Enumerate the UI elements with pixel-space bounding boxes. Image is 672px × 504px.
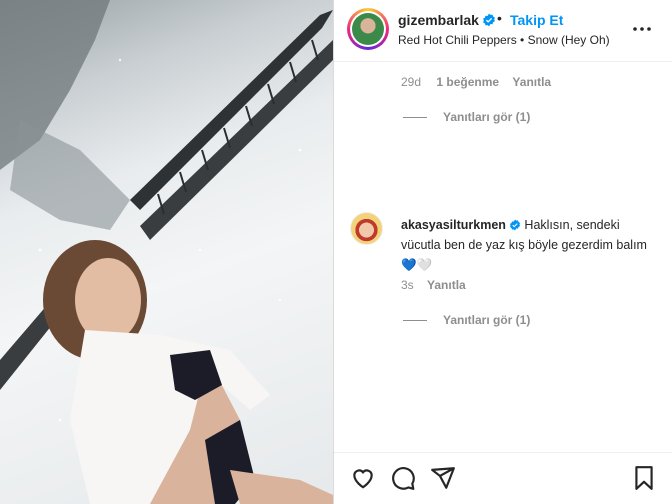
audio-track[interactable]: Red Hot Chili Peppers • Snow (Hey Oh) — [398, 33, 610, 47]
author-username[interactable]: gizembarlak — [398, 12, 496, 28]
more-options-icon[interactable] — [630, 19, 654, 39]
action-bar — [334, 452, 672, 504]
post-side-panel: gizembarlak • Takip Et Red Hot Chili Pep… — [333, 0, 672, 504]
heart-icon[interactable] — [350, 465, 376, 491]
comment-age: 29d — [401, 75, 422, 89]
comment-icon[interactable] — [390, 465, 416, 491]
reply-button[interactable]: Yanıtla — [427, 278, 466, 292]
header-separator: • — [497, 10, 502, 26]
bookmark-icon[interactable] — [631, 465, 657, 491]
replies-divider — [403, 320, 427, 322]
post-header: gizembarlak • Takip Et Red Hot Chili Pep… — [334, 0, 672, 62]
post-photo — [0, 0, 333, 504]
comment-meta: 3s Yanıtla — [401, 278, 466, 292]
commenter-username[interactable]: akasyasilturkmen — [401, 218, 506, 232]
comment-body: akasyasilturkmen Haklısın, sendeki vücut… — [401, 215, 656, 275]
post-media[interactable] — [0, 0, 333, 504]
author-avatar[interactable] — [347, 8, 389, 50]
comment-age: 3s — [401, 278, 414, 292]
verified-badge-icon — [509, 219, 520, 231]
share-icon[interactable] — [430, 465, 456, 491]
follow-button[interactable]: Takip Et — [510, 12, 563, 28]
replies-divider — [403, 117, 427, 119]
comment-meta: 29d 1 beğenme Yanıtla — [401, 75, 551, 89]
commenter-avatar[interactable] — [350, 212, 383, 245]
view-replies-button[interactable]: Yanıtları gör (1) — [403, 110, 530, 124]
reply-button[interactable]: Yanıtla — [512, 75, 551, 89]
verified-badge-icon — [483, 13, 495, 27]
comment-likes[interactable]: 1 beğenme — [436, 75, 499, 89]
view-replies-button[interactable]: Yanıtları gör (1) — [403, 313, 530, 327]
